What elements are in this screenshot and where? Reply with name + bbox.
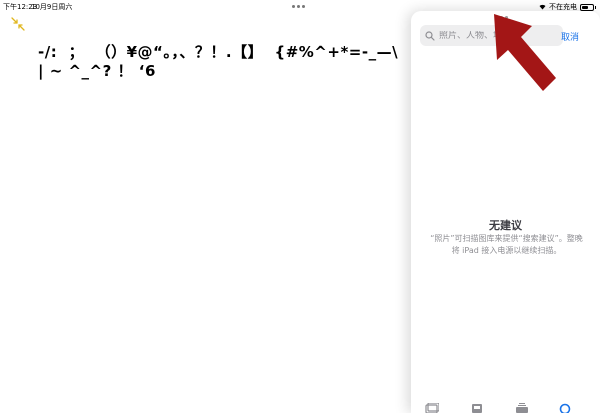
document-text[interactable]: -/: ； （）¥@“。，、？！.【】 {#%^+*=-_—\ | ~ ^_^?… <box>38 43 408 81</box>
handle-dot <box>297 5 300 8</box>
wifi-icon <box>539 4 546 10</box>
battery-fill <box>582 5 588 9</box>
battery-icon <box>580 3 596 11</box>
for-you-tab-icon[interactable] <box>470 403 484 413</box>
status-date: 10月9日周六 <box>31 3 73 11</box>
photos-tab-icon[interactable] <box>425 403 439 413</box>
multitasking-handle[interactable] <box>292 5 305 8</box>
albums-tab-icon[interactable] <box>515 403 529 413</box>
handle-dot <box>292 5 295 8</box>
red-arrow-annotation <box>494 14 556 91</box>
empty-state-message: “照片”可扫描图库来提供“搜索建议”。整晚将 iPad 接入电源以继续扫描。 <box>430 234 583 255</box>
search-icon <box>425 30 435 41</box>
empty-state-title: 无建议 <box>489 219 522 232</box>
collapse-arrows-icon[interactable] <box>11 17 25 31</box>
cancel-button[interactable]: 取消 <box>561 30 579 43</box>
handle-dot <box>302 5 305 8</box>
tab-bar <box>411 401 600 413</box>
search-tab-icon[interactable] <box>559 403 573 413</box>
